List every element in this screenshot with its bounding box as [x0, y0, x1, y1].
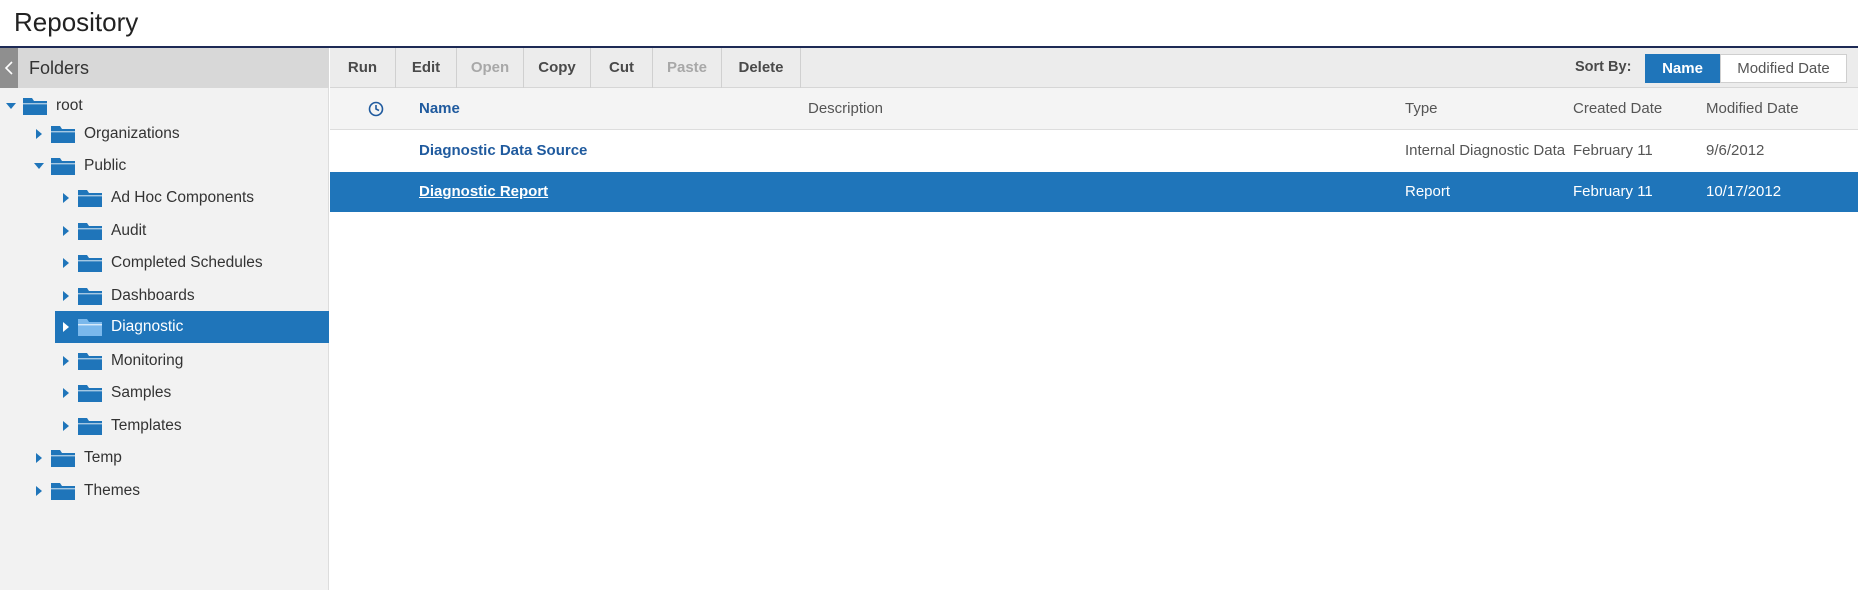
- folder-icon: [78, 255, 102, 272]
- folder-open-icon: [78, 319, 102, 336]
- row-name-link[interactable]: Diagnostic Report: [419, 183, 548, 200]
- tree-item-diagnostic[interactable]: Diagnostic: [55, 311, 329, 343]
- toolbar: Run Edit Open Copy Cut Paste Delete Sort…: [330, 48, 1858, 88]
- tree-item-label: Organizations: [84, 125, 180, 142]
- folders-panel-header: Folders: [0, 48, 329, 88]
- caret-right-icon[interactable]: [59, 320, 73, 334]
- folders-panel: Folders root Organizations Public Ad Hoc…: [0, 48, 329, 590]
- caret-right-icon[interactable]: [59, 354, 73, 368]
- tree-item-label: Dashboards: [111, 287, 195, 304]
- open-button[interactable]: Open: [457, 48, 524, 88]
- folder-icon: [51, 450, 75, 467]
- tree-item-ad-hoc-components[interactable]: Ad Hoc Components: [59, 182, 324, 214]
- folder-icon: [78, 223, 102, 240]
- caret-right-icon[interactable]: [59, 289, 73, 303]
- caret-right-icon[interactable]: [59, 256, 73, 270]
- folder-icon: [78, 190, 102, 207]
- tree-item-dashboards[interactable]: Dashboards: [59, 280, 324, 312]
- tree-item-label: Monitoring: [111, 352, 184, 369]
- copy-button[interactable]: Copy: [524, 48, 591, 88]
- row-created-date: February 11: [1573, 142, 1653, 159]
- column-header-description: Description: [808, 100, 884, 117]
- edit-button[interactable]: Edit: [396, 48, 457, 88]
- row-modified-date: 9/6/2012: [1706, 142, 1765, 159]
- row-type: Internal Diagnostic Data: [1405, 142, 1566, 159]
- delete-button[interactable]: Delete: [722, 48, 801, 88]
- tree-item-label: Temp: [84, 449, 122, 466]
- tree-item-organizations[interactable]: Organizations: [32, 118, 324, 150]
- column-header-type: Type: [1405, 100, 1438, 117]
- row-name-link[interactable]: Diagnostic Data Source: [419, 142, 587, 159]
- tree-item-completed-schedules[interactable]: Completed Schedules: [59, 247, 324, 279]
- folder-icon: [51, 158, 75, 175]
- caret-right-icon[interactable]: [59, 386, 73, 400]
- row-type: Report: [1405, 183, 1451, 200]
- tree-item-label: Audit: [111, 222, 147, 239]
- cut-button[interactable]: Cut: [591, 48, 653, 88]
- tree-item-temp[interactable]: Temp: [32, 442, 324, 474]
- table-row[interactable]: Diagnostic Data Source Internal Diagnost…: [330, 131, 1858, 171]
- table-header: Name Description Type Created Date Modif…: [330, 88, 1858, 130]
- paste-button[interactable]: Paste: [653, 48, 722, 88]
- caret-right-icon[interactable]: [59, 419, 73, 433]
- collapse-panel-button[interactable]: [0, 48, 18, 88]
- folder-icon: [78, 385, 102, 402]
- tree-item-label: Ad Hoc Components: [111, 189, 255, 206]
- sort-modified-date-button[interactable]: Modified Date: [1720, 54, 1847, 83]
- column-header-modified-date: Modified Date: [1706, 100, 1799, 117]
- tree-item-label: Themes: [84, 482, 140, 499]
- folder-icon: [78, 418, 102, 435]
- caret-right-icon[interactable]: [32, 451, 46, 465]
- tree-item-public[interactable]: Public: [32, 150, 324, 182]
- page-title: Repository: [14, 7, 139, 37]
- folder-icon: [51, 483, 75, 500]
- column-header-created-date: Created Date: [1573, 100, 1663, 117]
- clock-icon[interactable]: [368, 101, 384, 117]
- caret-right-icon[interactable]: [59, 224, 73, 238]
- tree-item-samples[interactable]: Samples: [59, 377, 324, 409]
- folder-icon: [78, 353, 102, 370]
- tree-item-monitoring[interactable]: Monitoring: [59, 345, 324, 377]
- tree-item-audit[interactable]: Audit: [59, 215, 324, 247]
- folder-icon: [51, 126, 75, 143]
- app-header: Repository: [0, 0, 1858, 48]
- sort-name-button[interactable]: Name: [1645, 54, 1720, 83]
- folder-icon: [23, 98, 47, 115]
- tree-item-themes[interactable]: Themes: [32, 475, 324, 507]
- run-button[interactable]: Run: [330, 48, 396, 88]
- caret-down-icon[interactable]: [4, 99, 18, 113]
- sort-by-label: Sort By:: [1575, 59, 1632, 75]
- row-created-date: February 11: [1573, 183, 1653, 200]
- caret-down-icon[interactable]: [32, 159, 46, 173]
- row-modified-date: 10/17/2012: [1706, 183, 1782, 200]
- folders-panel-title: Folders: [29, 58, 90, 78]
- table-row-selected[interactable]: Diagnostic Report Report February 11 10/…: [330, 172, 1858, 212]
- caret-right-icon[interactable]: [32, 127, 46, 141]
- column-header-name[interactable]: Name: [419, 100, 460, 117]
- folder-icon: [78, 288, 102, 305]
- caret-right-icon[interactable]: [59, 191, 73, 205]
- tree-item-label: Completed Schedules: [111, 254, 263, 271]
- tree-item-label: Templates: [111, 417, 182, 434]
- caret-right-icon[interactable]: [32, 484, 46, 498]
- repository-main: Run Edit Open Copy Cut Paste Delete Sort…: [330, 48, 1858, 590]
- tree-item-templates[interactable]: Templates: [59, 410, 324, 442]
- tree-item-label: Public: [84, 157, 127, 174]
- tree-item-label: Diagnostic: [111, 318, 184, 335]
- tree-item-label: Samples: [111, 384, 172, 401]
- tree-item-label: root: [56, 97, 83, 114]
- chevron-left-icon: [4, 61, 13, 75]
